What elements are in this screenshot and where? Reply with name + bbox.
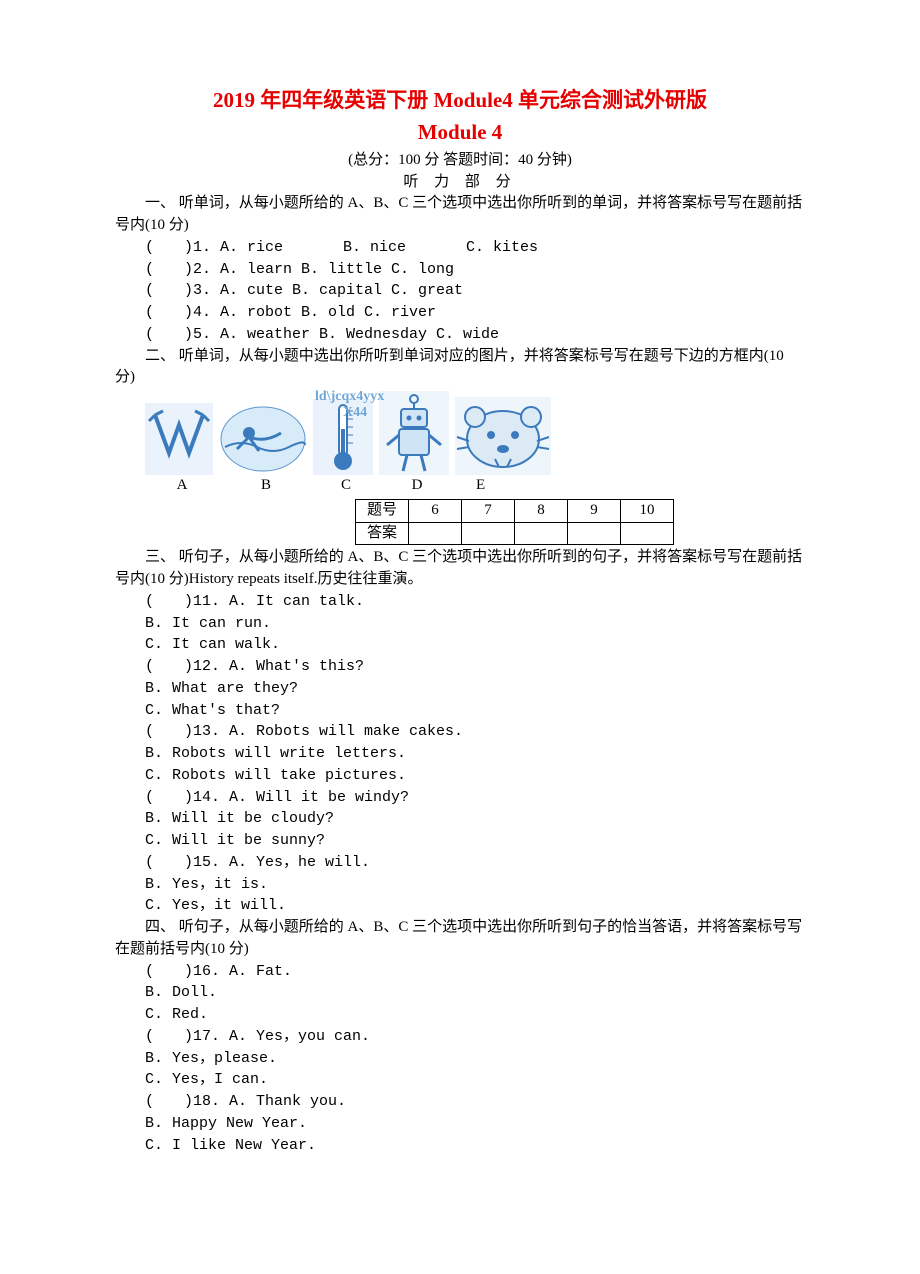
col-8: 8 <box>515 499 568 522</box>
swimming-icon <box>219 403 307 475</box>
ans-6[interactable] <box>409 522 462 545</box>
s4-line: C. Yes，I can. <box>115 1069 805 1091</box>
col-10: 10 <box>621 499 674 522</box>
table-row: 题号 6 7 8 9 10 <box>356 499 674 522</box>
tiger-icon <box>455 397 551 475</box>
s3-line: C. Robots will take pictures. <box>115 765 805 787</box>
s4-line: B. Happy New Year. <box>115 1113 805 1135</box>
s3-line: B. What are they? <box>115 678 805 700</box>
s1-q5: ( )5. A. weather B. Wednesday C. wide <box>115 324 805 346</box>
answer-table: 题号 6 7 8 9 10 答案 <box>355 499 674 546</box>
section-2-images: ld\jcqx4yyx X44 <box>115 391 805 475</box>
meta-line: (总分：100 分 答题时间：40 分钟) <box>115 150 805 172</box>
s1-q3: ( )3. A. cute B. capital C. great <box>115 280 805 302</box>
table-answer-label: 答案 <box>356 522 409 545</box>
image-a-snowflake <box>145 403 213 475</box>
s3-line: B. Yes，it is. <box>115 874 805 896</box>
s4-line: B. Yes，please. <box>115 1048 805 1070</box>
ans-7[interactable] <box>462 522 515 545</box>
ans-9[interactable] <box>568 522 621 545</box>
s1-q4: ( )4. A. robot B. old C. river <box>115 302 805 324</box>
s4-line: ( )17. A. Yes，you can. <box>115 1026 805 1048</box>
listening-section-label: 听 力 部 分 <box>115 172 805 194</box>
snowflake-icon <box>145 403 213 475</box>
ans-10[interactable] <box>621 522 674 545</box>
image-c-thermometer <box>313 399 373 475</box>
section-2-labels: A B C D E <box>148 475 805 497</box>
s4-line: C. Red. <box>115 1004 805 1026</box>
s1-q1: ( )1. A. rice B. nice C. kites <box>115 237 805 259</box>
s3-line: C. Yes，it will. <box>115 895 805 917</box>
worksheet-page: 2019 年四年级英语下册 Module4 单元综合测试外研版 Module 4… <box>0 0 920 1274</box>
page-title: 2019 年四年级英语下册 Module4 单元综合测试外研版 <box>115 85 805 115</box>
s3-line: ( )11. A. It can talk. <box>115 591 805 613</box>
page-subtitle: Module 4 <box>115 117 805 147</box>
s4-line: B. Doll. <box>115 982 805 1004</box>
image-e-tiger <box>455 397 551 475</box>
table-row: 答案 <box>356 522 674 545</box>
image-d-robot <box>379 391 449 475</box>
s3-line: ( )12. A. What's this? <box>115 656 805 678</box>
s3-line: ( )13. A. Robots will make cakes. <box>115 721 805 743</box>
col-9: 9 <box>568 499 621 522</box>
section-3-intro: 三、 听句子，从每小题所给的 A、B、C 三个选项中选出你所听到的句子，并将答案… <box>115 547 805 591</box>
thermometer-icon <box>313 399 373 475</box>
s4-line: ( )16. A. Fat. <box>115 961 805 983</box>
label-e: E <box>458 475 572 497</box>
s3-line: C. What's that? <box>115 700 805 722</box>
s3-line: B. Robots will write letters. <box>115 743 805 765</box>
section-4-intro: 四、 听句子，从每小题所给的 A、B、C 三个选项中选出你所听到句子的恰当答语，… <box>115 917 805 961</box>
s3-line: ( )15. A. Yes，he will. <box>115 852 805 874</box>
s3-line: C. It can walk. <box>115 634 805 656</box>
label-d: D <box>382 475 452 497</box>
s3-line: ( )14. A. Will it be windy? <box>115 787 805 809</box>
section-1-intro: 一、 听单词，从每小题所给的 A、B、C 三个选项中选出你所听到的单词，并将答案… <box>115 193 805 237</box>
s3-line: B. It can run. <box>115 613 805 635</box>
label-b: B <box>222 475 310 497</box>
s4-line: ( )18. A. Thank you. <box>115 1091 805 1113</box>
label-a: A <box>148 475 216 497</box>
section-2-intro: 二、 听单词，从每小题中选出你所听到单词对应的图片，并将答案标号写在题号下边的方… <box>115 346 805 390</box>
ans-8[interactable] <box>515 522 568 545</box>
s3-line: C. Will it be sunny? <box>115 830 805 852</box>
label-c: C <box>316 475 376 497</box>
s1-q2: ( )2. A. learn B. little C. long <box>115 259 805 281</box>
col-6: 6 <box>409 499 462 522</box>
robot-icon <box>379 391 449 475</box>
s4-line: C. I like New Year. <box>115 1135 805 1157</box>
table-header-label: 题号 <box>356 499 409 522</box>
s3-line: B. Will it be cloudy? <box>115 808 805 830</box>
col-7: 7 <box>462 499 515 522</box>
image-b-swimming <box>219 403 307 475</box>
